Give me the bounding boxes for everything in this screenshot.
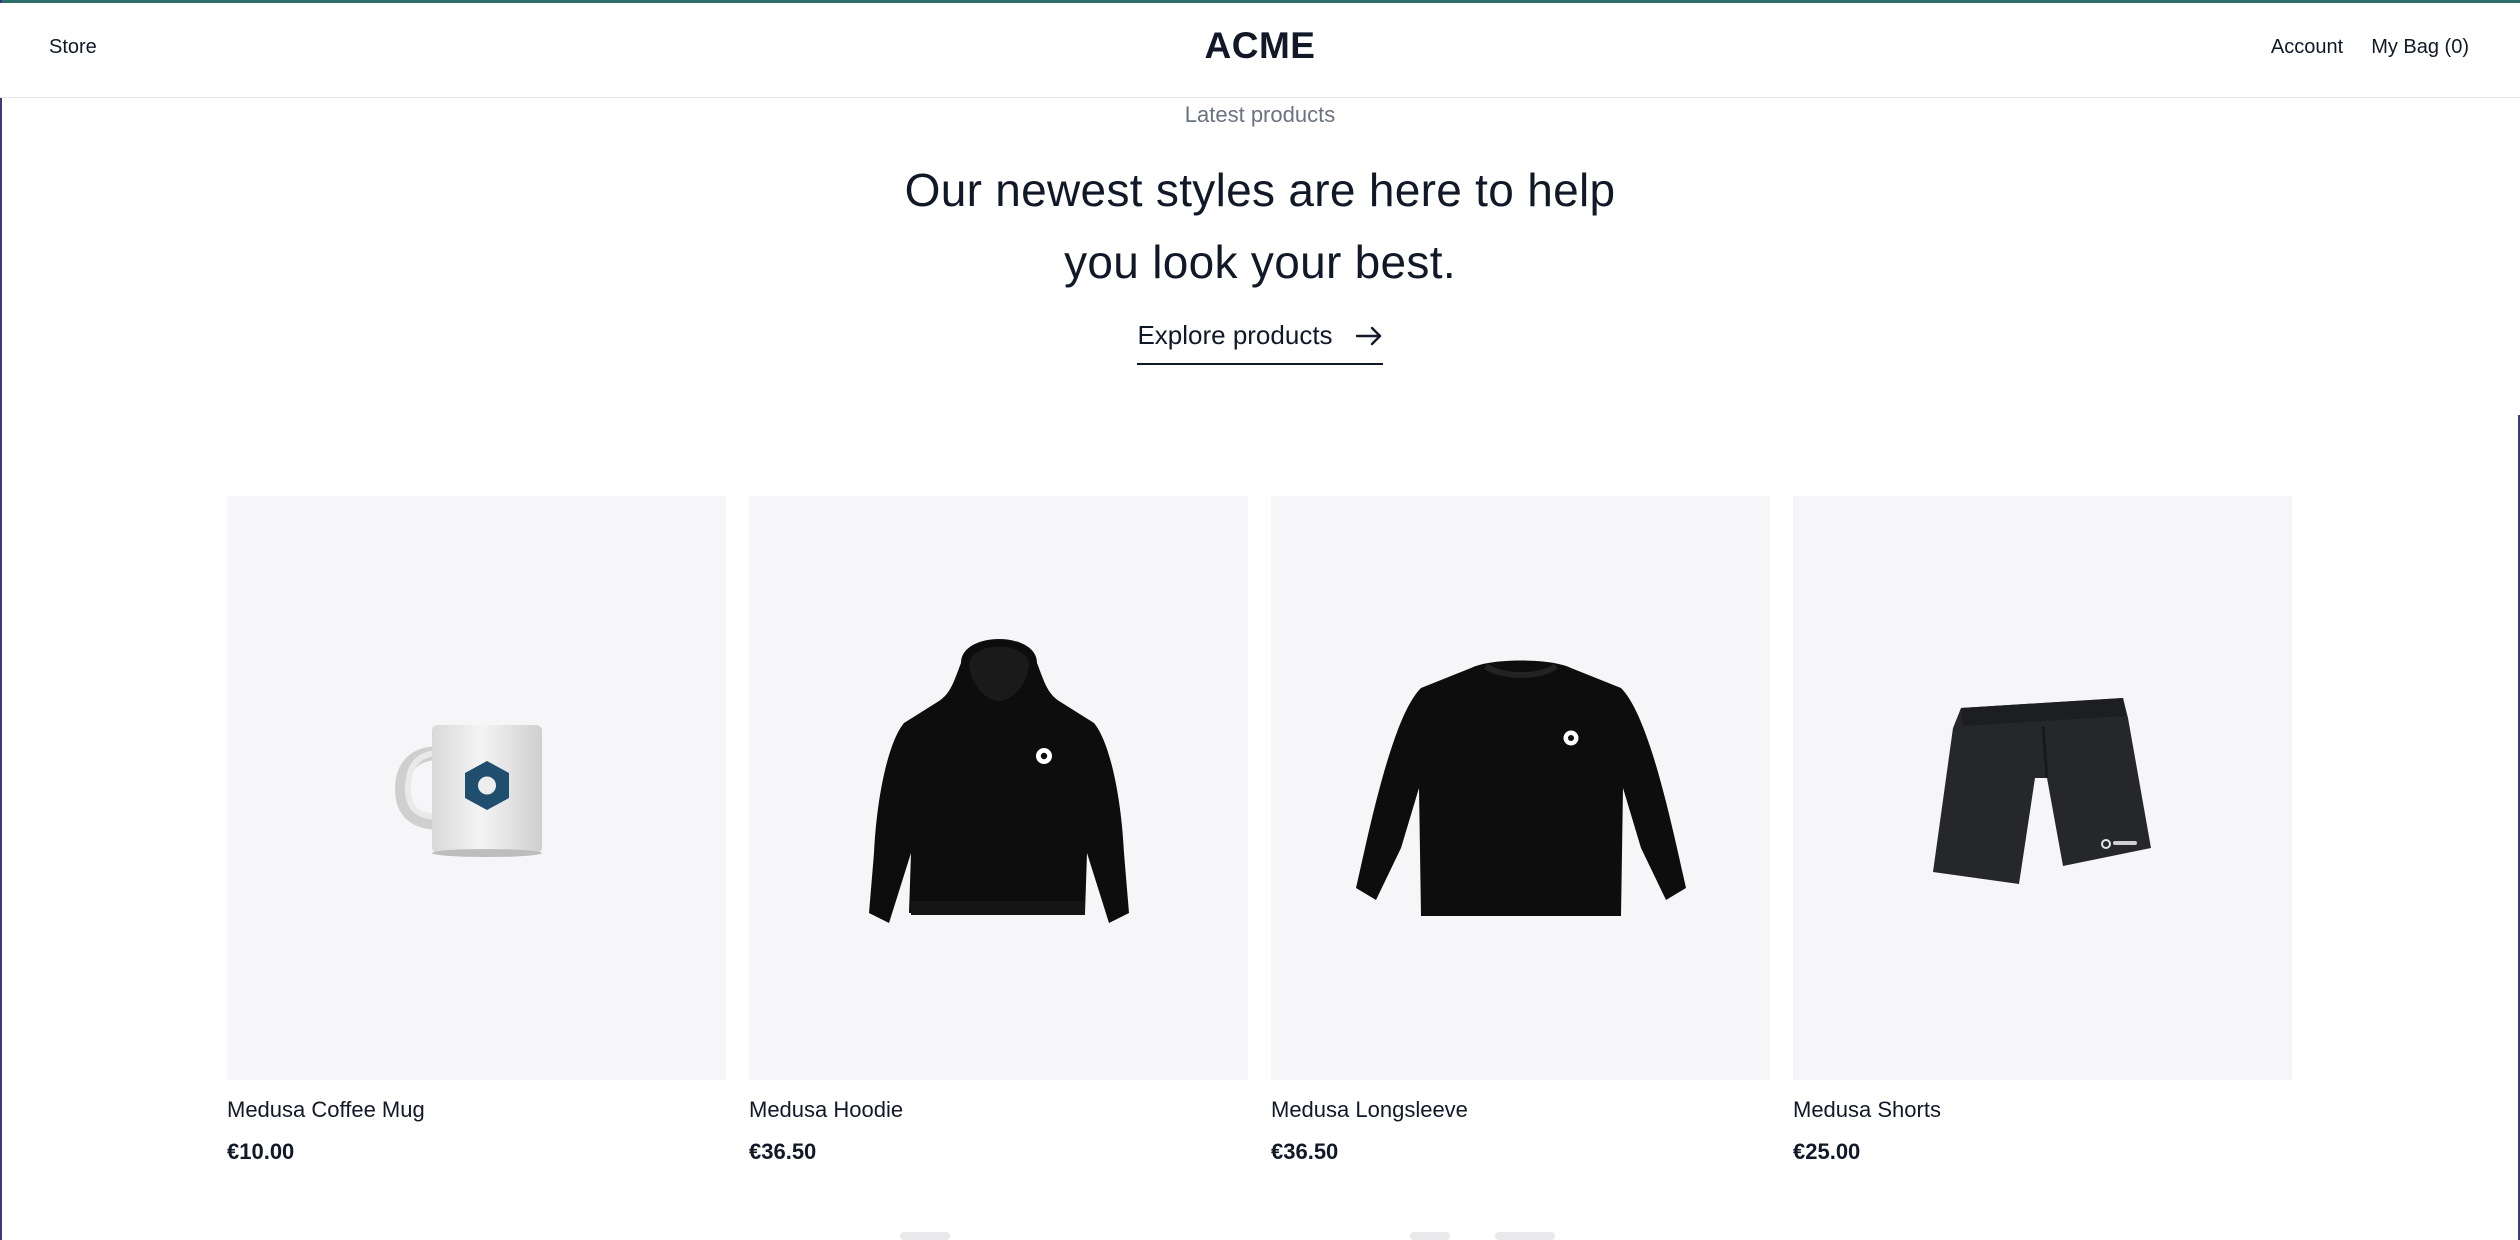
navbar: Store ACME Account My Bag (0)	[0, 3, 2520, 98]
product-thumbnail[interactable]	[1271, 496, 1770, 1080]
bag-link[interactable]: My Bag (0)	[2371, 36, 2469, 59]
shorts-image	[1932, 698, 2151, 884]
product-card[interactable]: Medusa Shorts €25.00	[1793, 496, 2292, 1165]
hero-headline-line-1: Our newest styles are here to help	[904, 164, 1616, 216]
account-link[interactable]: Account	[2271, 36, 2343, 59]
next-row-peek	[1495, 1232, 1555, 1240]
product-grid: Medusa Coffee Mug €10.00 Medusa Hoodie €…	[227, 496, 2292, 1165]
product-name: Medusa Shorts	[1793, 1097, 1941, 1122]
product-price: €36.50	[1271, 1139, 1339, 1164]
store-link[interactable]: Store	[49, 36, 97, 59]
hero-headline: Our newest styles are here to help you l…	[0, 154, 2520, 298]
product-thumbnail[interactable]	[1793, 496, 2292, 1080]
next-row-peek	[900, 1232, 950, 1240]
product-name: Medusa Coffee Mug	[227, 1097, 425, 1122]
explore-products-link[interactable]: Explore products	[1137, 320, 1383, 365]
product-card[interactable]: Medusa Coffee Mug €10.00	[227, 496, 726, 1165]
longsleeve-image	[1355, 660, 1686, 916]
section-eyebrow: Latest products	[1184, 102, 1336, 127]
product-thumbnail[interactable]	[749, 496, 1248, 1080]
arrow-right-icon	[1355, 326, 1381, 345]
product-thumbnail[interactable]	[227, 496, 726, 1080]
product-card[interactable]: Medusa Hoodie €36.50	[749, 496, 1248, 1165]
nav-right-group: Account My Bag (0)	[2271, 36, 2469, 59]
product-name: Medusa Longsleeve	[1271, 1097, 1468, 1122]
next-row-peek	[1410, 1232, 1450, 1240]
hero-section: Latest products Our newest styles are he…	[0, 98, 2520, 365]
product-price: €36.50	[749, 1139, 817, 1164]
hoodie-image	[868, 639, 1129, 923]
store-logo[interactable]: ACME	[0, 25, 2520, 67]
coffee-mug-image	[394, 725, 542, 857]
product-price: €25.00	[1793, 1139, 1861, 1164]
product-name: Medusa Hoodie	[749, 1097, 904, 1122]
explore-products-label: Explore products	[1137, 320, 1333, 350]
hero-headline-line-2: you look your best.	[1064, 236, 1456, 288]
product-card[interactable]: Medusa Longsleeve €36.50	[1271, 496, 1770, 1165]
product-price: €10.00	[227, 1139, 295, 1164]
